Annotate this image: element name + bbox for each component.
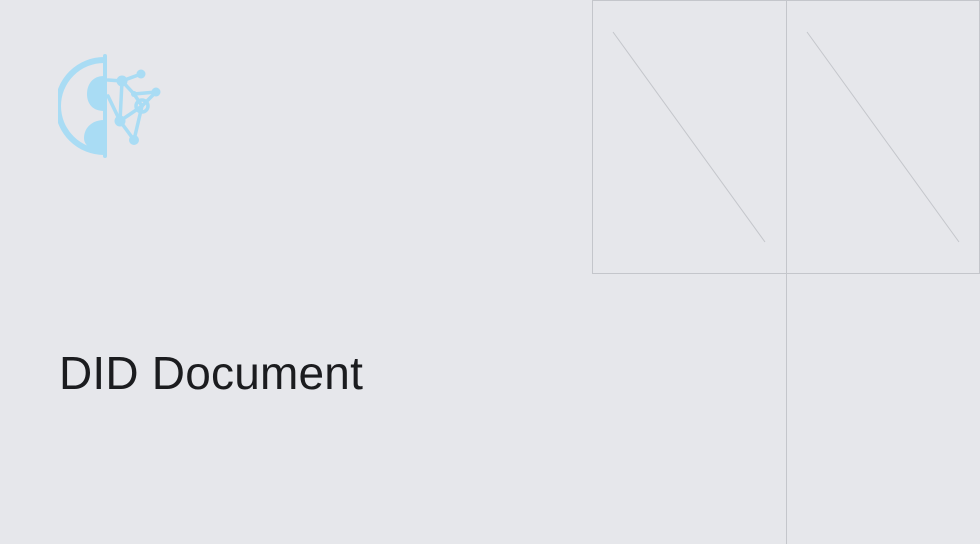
did-network-logo-icon	[58, 54, 161, 158]
deco-box-left	[592, 0, 787, 274]
logo-lobe-top	[87, 76, 104, 111]
deco-box-right	[786, 0, 980, 274]
deco-diagonal-right	[806, 31, 960, 243]
page-title: DID Document	[59, 347, 364, 399]
og-card: DID Document	[0, 0, 980, 544]
deco-diagonal-left	[612, 31, 766, 243]
